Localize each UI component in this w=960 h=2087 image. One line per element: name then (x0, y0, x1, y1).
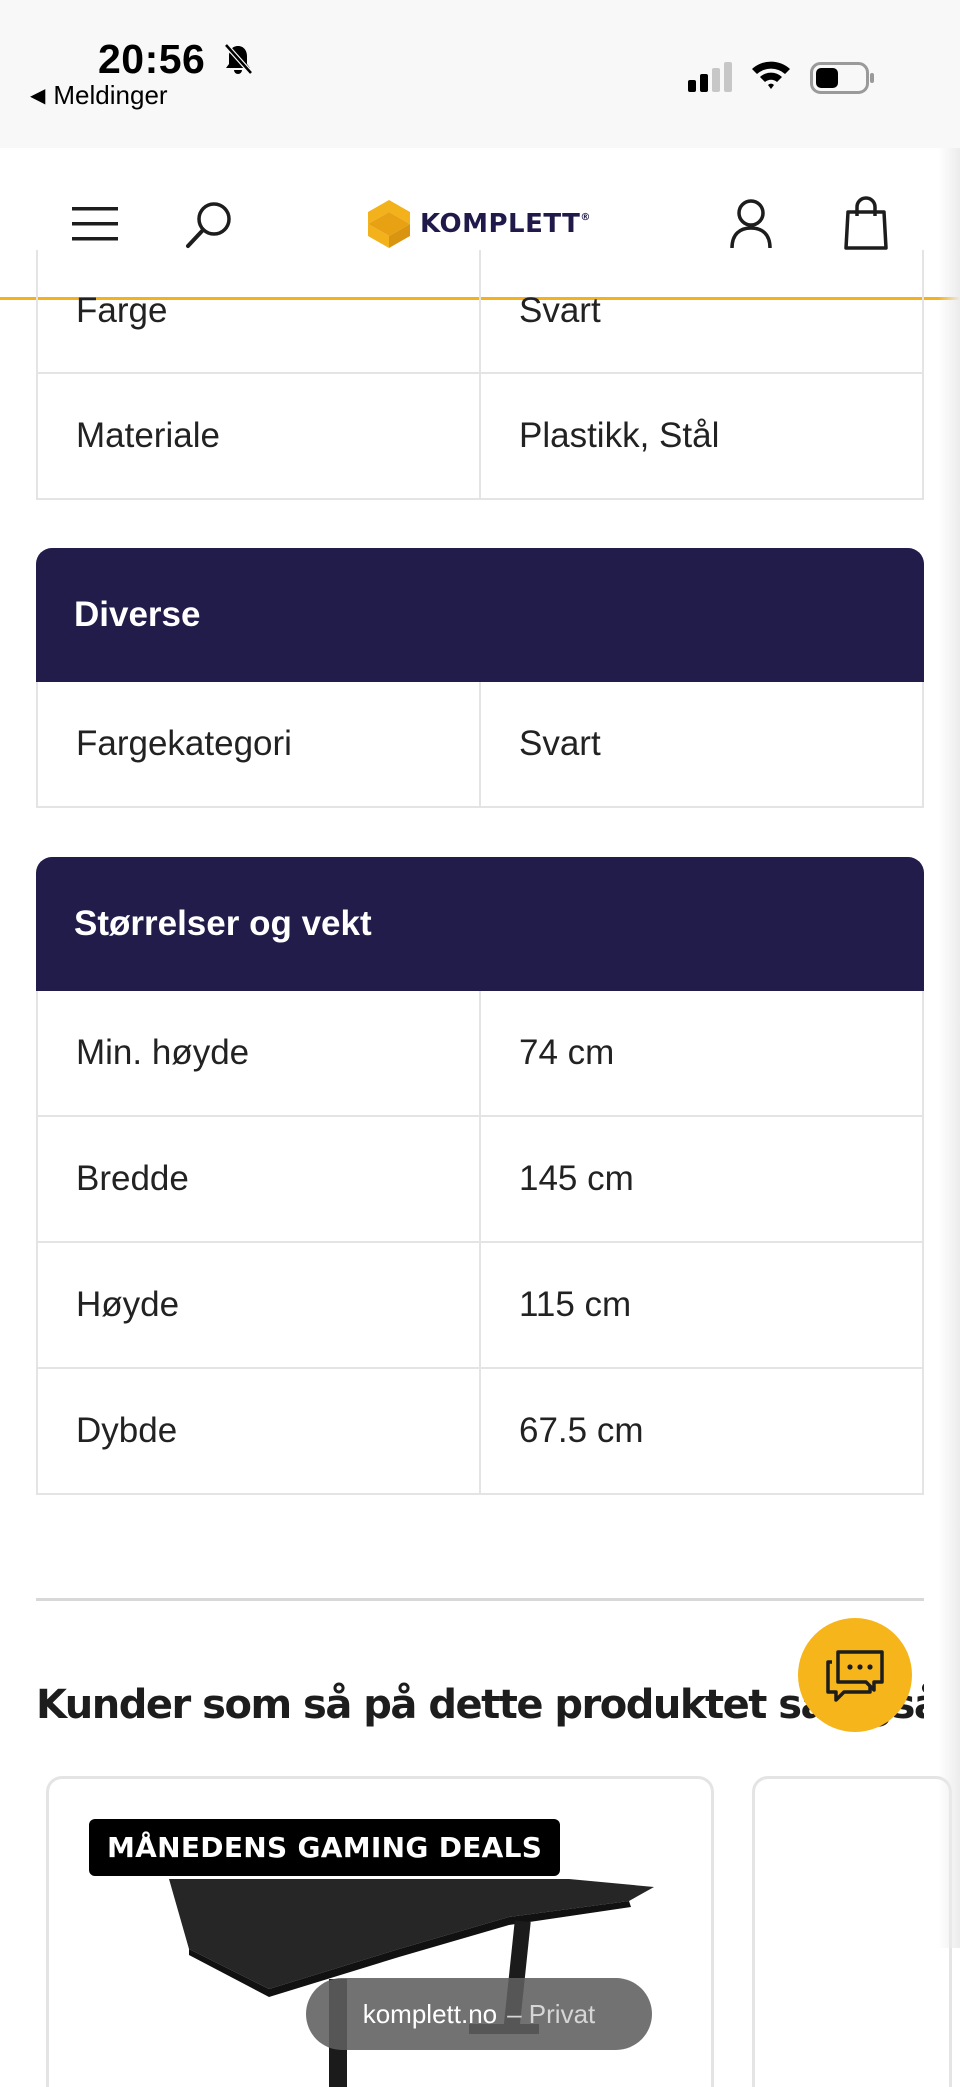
back-app-label: Meldinger (53, 80, 168, 110)
bell-muted-icon (224, 43, 253, 75)
section-divider (36, 1598, 924, 1601)
spec-label: Dybde (38, 1369, 481, 1493)
chat-button[interactable] (798, 1618, 912, 1732)
menu-icon[interactable] (72, 206, 118, 242)
spec-value: 115 cm (519, 1285, 632, 1324)
status-time: 20:56 (98, 36, 206, 82)
spec-row: Dybde 67.5 cm (36, 1369, 924, 1495)
spec-row: Farge Svart (36, 250, 924, 374)
spec-label: Materiale (38, 374, 481, 498)
back-arrow-icon: ◀ (30, 85, 46, 107)
shopping-bag-icon[interactable] (842, 196, 890, 250)
status-bar: 20:56 ◀ Meldinger (0, 0, 960, 148)
spec-value: Svart (519, 724, 601, 763)
spec-value: Svart (519, 291, 601, 330)
spec-table-partial: Farge Svart Materiale Plastikk, Stål (36, 250, 924, 500)
user-icon[interactable] (728, 198, 774, 250)
deal-badge: MÅNEDENS GAMING DEALS (89, 1819, 561, 1876)
spec-value: 145 cm (519, 1159, 634, 1198)
recommendations-heading: Kunder som så på dette produktet så også… (36, 1682, 924, 1728)
spec-label: Bredde (38, 1117, 481, 1241)
right-edge-shadow (938, 148, 960, 1948)
komplett-logo[interactable]: KOMPLETT® (366, 194, 591, 254)
komplett-logo-icon (368, 200, 410, 248)
product-card[interactable] (752, 1776, 952, 2087)
logo-text: KOMPLETT® (420, 209, 591, 239)
browser-url-bar[interactable]: komplett.no – Privat (306, 1978, 652, 2050)
spec-value: Plastikk, Stål (519, 416, 720, 455)
url-text: komplett.no (362, 1998, 498, 2029)
back-to-app[interactable]: ◀ Meldinger (30, 80, 168, 111)
spec-label: Min. høyde (38, 991, 481, 1115)
search-icon[interactable] (184, 198, 236, 250)
private-mode-label: – Privat (507, 1998, 596, 2029)
spec-table-diverse: Diverse Fargekategori Svart (36, 548, 924, 808)
spec-value: 74 cm (519, 1033, 615, 1072)
spec-row: Min. høyde 74 cm (36, 991, 924, 1117)
spec-row: Materiale Plastikk, Stål (36, 374, 924, 500)
section-heading-sizes: Størrelser og vekt (36, 857, 924, 991)
spec-label: Høyde (38, 1243, 481, 1367)
spec-table-sizes: Størrelser og vekt Min. høyde 74 cm Bred… (36, 857, 924, 1495)
spec-row: Bredde 145 cm (36, 1117, 924, 1243)
spec-row: Høyde 115 cm (36, 1243, 924, 1369)
spec-row: Fargekategori Svart (36, 682, 924, 808)
spec-label: Fargekategori (38, 682, 481, 806)
wifi-icon (752, 61, 790, 89)
section-heading-diverse: Diverse (36, 548, 924, 682)
spec-label: Farge (38, 250, 481, 372)
chat-icon (826, 1650, 884, 1702)
battery-icon (810, 62, 874, 94)
spec-value: 67.5 cm (519, 1411, 644, 1450)
